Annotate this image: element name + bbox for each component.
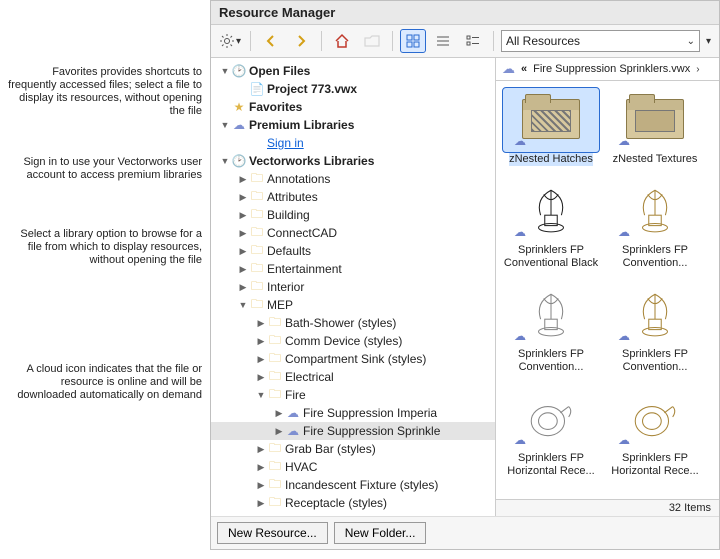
overflow-chevron-icon[interactable]: ▾ <box>704 36 713 47</box>
tree-item[interactable]: 🗀Bath-Shower (styles) <box>211 314 495 332</box>
gallery-item[interactable]: ☁ Sprinklers FP Convention... <box>502 282 600 378</box>
thumbnail-gallery[interactable]: ☁ zNested Hatches ☁ zNested Textures ☁ S… <box>496 81 719 499</box>
callouts-column: Favorites provides shortcuts to frequent… <box>0 0 210 550</box>
gallery-item[interactable]: ☁ Sprinklers FP Horizontal Rece... <box>606 386 704 482</box>
cloud-icon: ☁ <box>618 434 630 447</box>
cloud-icon: ☁ <box>618 135 630 148</box>
tree-item[interactable]: 🗀ConnectCAD <box>211 224 495 242</box>
cloud-icon: ☁ <box>285 424 301 438</box>
tree-item[interactable]: 🗀Electrical <box>211 368 495 386</box>
toolbar-separator <box>250 31 251 51</box>
cloud-icon: ☁ <box>514 330 526 343</box>
resource-filter-select[interactable]: All Resources ⌄ <box>501 30 700 52</box>
callout-library: Select a library option to browse for a … <box>8 228 202 267</box>
tree-item[interactable]: 🗀Receptacle (styles) <box>211 494 495 512</box>
new-resource-button[interactable]: New Resource... <box>217 522 328 544</box>
cloud-icon: ☁ <box>618 226 630 239</box>
tree-open-files[interactable]: 🕑Open Files <box>211 62 495 80</box>
home-button[interactable] <box>329 29 355 53</box>
gallery-item[interactable]: ☁ Sprinklers FP Conventional Black <box>502 178 600 274</box>
tree-favorites[interactable]: ★Favorites <box>211 98 495 116</box>
gallery-item-label: zNested Hatches <box>509 153 593 166</box>
callout-signin: Sign in to use your Vectorworks user acc… <box>8 156 202 182</box>
breadcrumb-path[interactable]: Fire Suppression Sprinklers.vwx <box>533 63 690 75</box>
open-file-button[interactable] <box>359 29 385 53</box>
tree-item[interactable]: 🗀Annotations <box>211 170 495 188</box>
gallery-item[interactable]: ☁ Sprinklers FP Horizontal Rece... <box>502 386 600 482</box>
breadcrumb-back[interactable]: « <box>521 63 527 75</box>
tree-item[interactable]: 🗀Incandescent Fixture (styles) <box>211 476 495 494</box>
gallery-item-label: Sprinklers FP Horizontal Rece... <box>607 452 703 478</box>
tree-item[interactable]: 🗀HVAC <box>211 458 495 476</box>
nav-forward-button[interactable] <box>288 29 314 53</box>
tree-premium-libraries[interactable]: ☁Premium Libraries <box>211 116 495 134</box>
cloud-icon: ☁ <box>231 118 247 132</box>
library-tree[interactable]: 🕑Open Files 📄Project 773.vwx ★Favorites … <box>211 58 496 516</box>
cloud-icon: ☁ <box>502 61 515 77</box>
cloud-icon: ☁ <box>514 135 526 148</box>
star-icon: ★ <box>231 100 247 114</box>
gallery-item-label: Sprinklers FP Convention... <box>503 348 599 374</box>
folder-icon: 🗀 <box>267 493 283 514</box>
view-detailed-list-button[interactable] <box>460 29 486 53</box>
breadcrumb-forward[interactable]: › <box>696 64 699 75</box>
cloud-icon: ☁ <box>514 434 526 447</box>
gallery-item-label: zNested Textures <box>613 153 698 166</box>
tree-item[interactable]: 🗀Comm Device (styles) <box>211 332 495 350</box>
panel-title: Resource Manager <box>211 1 719 25</box>
folder-icon: 🗀 <box>267 385 283 406</box>
clock-icon: 🕑 <box>231 154 247 168</box>
gallery-item[interactable]: ☁ zNested Hatches <box>502 87 600 170</box>
cloud-icon: ☁ <box>514 226 526 239</box>
nav-back-button[interactable] <box>258 29 284 53</box>
chevron-down-icon: ⌄ <box>687 36 695 47</box>
tree-mep[interactable]: 🗀MEP <box>211 296 495 314</box>
tree-item[interactable]: 🗀Defaults <box>211 242 495 260</box>
gallery-item-label: Sprinklers FP Convention... <box>607 244 703 270</box>
cloud-icon: ☁ <box>618 330 630 343</box>
gallery-item[interactable]: ☁ zNested Textures <box>606 87 704 170</box>
gallery-item-label: Sprinklers FP Horizontal Rece... <box>503 452 599 478</box>
gallery-item-label: Sprinklers FP Convention... <box>607 348 703 374</box>
resource-manager-panel: Resource Manager ▾ All Resources ⌄ ▾ <box>210 0 720 550</box>
tree-item[interactable]: 🗀Entertainment <box>211 260 495 278</box>
tree-item[interactable]: ☁Fire Suppression Imperia <box>211 404 495 422</box>
view-list-button[interactable] <box>430 29 456 53</box>
tree-item[interactable]: 🗀Interior <box>211 278 495 296</box>
tree-item[interactable]: ☁Fire Suppression Sprinkle <box>211 422 495 440</box>
toolbar-separator <box>392 31 393 51</box>
gallery-item[interactable]: ☁ Sprinklers FP Convention... <box>606 282 704 378</box>
tree-vectorworks-libraries[interactable]: 🕑Vectorworks Libraries <box>211 152 495 170</box>
tree-item[interactable]: 🗀Attributes <box>211 188 495 206</box>
gallery-item-count: 32 Items <box>496 499 719 516</box>
gallery-panel: ☁ « Fire Suppression Sprinklers.vwx › ☁ … <box>496 58 719 516</box>
tree-item[interactable]: 🗀Compartment Sink (styles) <box>211 350 495 368</box>
resource-filter-label: All Resources <box>506 34 580 48</box>
cloud-icon: ☁ <box>285 406 301 420</box>
tree-fire[interactable]: 🗀Fire <box>211 386 495 404</box>
gallery-item-label: Sprinklers FP Conventional Black <box>503 244 599 270</box>
tree-sign-in[interactable]: Sign in <box>211 134 495 152</box>
clock-icon: 🕑 <box>231 64 247 78</box>
footer-bar: New Resource... New Folder... <box>211 516 719 549</box>
gear-icon[interactable]: ▾ <box>217 29 243 53</box>
new-folder-button[interactable]: New Folder... <box>334 522 427 544</box>
toolbar: ▾ All Resources ⌄ ▾ <box>211 25 719 58</box>
callout-cloud: A cloud icon indicates that the file or … <box>8 363 202 402</box>
folder-icon: 🗀 <box>249 295 265 316</box>
toolbar-separator <box>493 31 494 51</box>
tree-item[interactable]: 🗀Building <box>211 206 495 224</box>
gallery-item[interactable]: ☁ Sprinklers FP Convention... <box>606 178 704 274</box>
file-icon: 📄 <box>249 82 265 96</box>
tree-project-file[interactable]: 📄Project 773.vwx <box>211 80 495 98</box>
tree-item[interactable]: 🗀Grab Bar (styles) <box>211 440 495 458</box>
breadcrumb: ☁ « Fire Suppression Sprinklers.vwx › <box>496 58 719 81</box>
callout-favorites: Favorites provides shortcuts to frequent… <box>8 66 202 118</box>
toolbar-separator <box>321 31 322 51</box>
view-thumbnails-button[interactable] <box>400 29 426 53</box>
